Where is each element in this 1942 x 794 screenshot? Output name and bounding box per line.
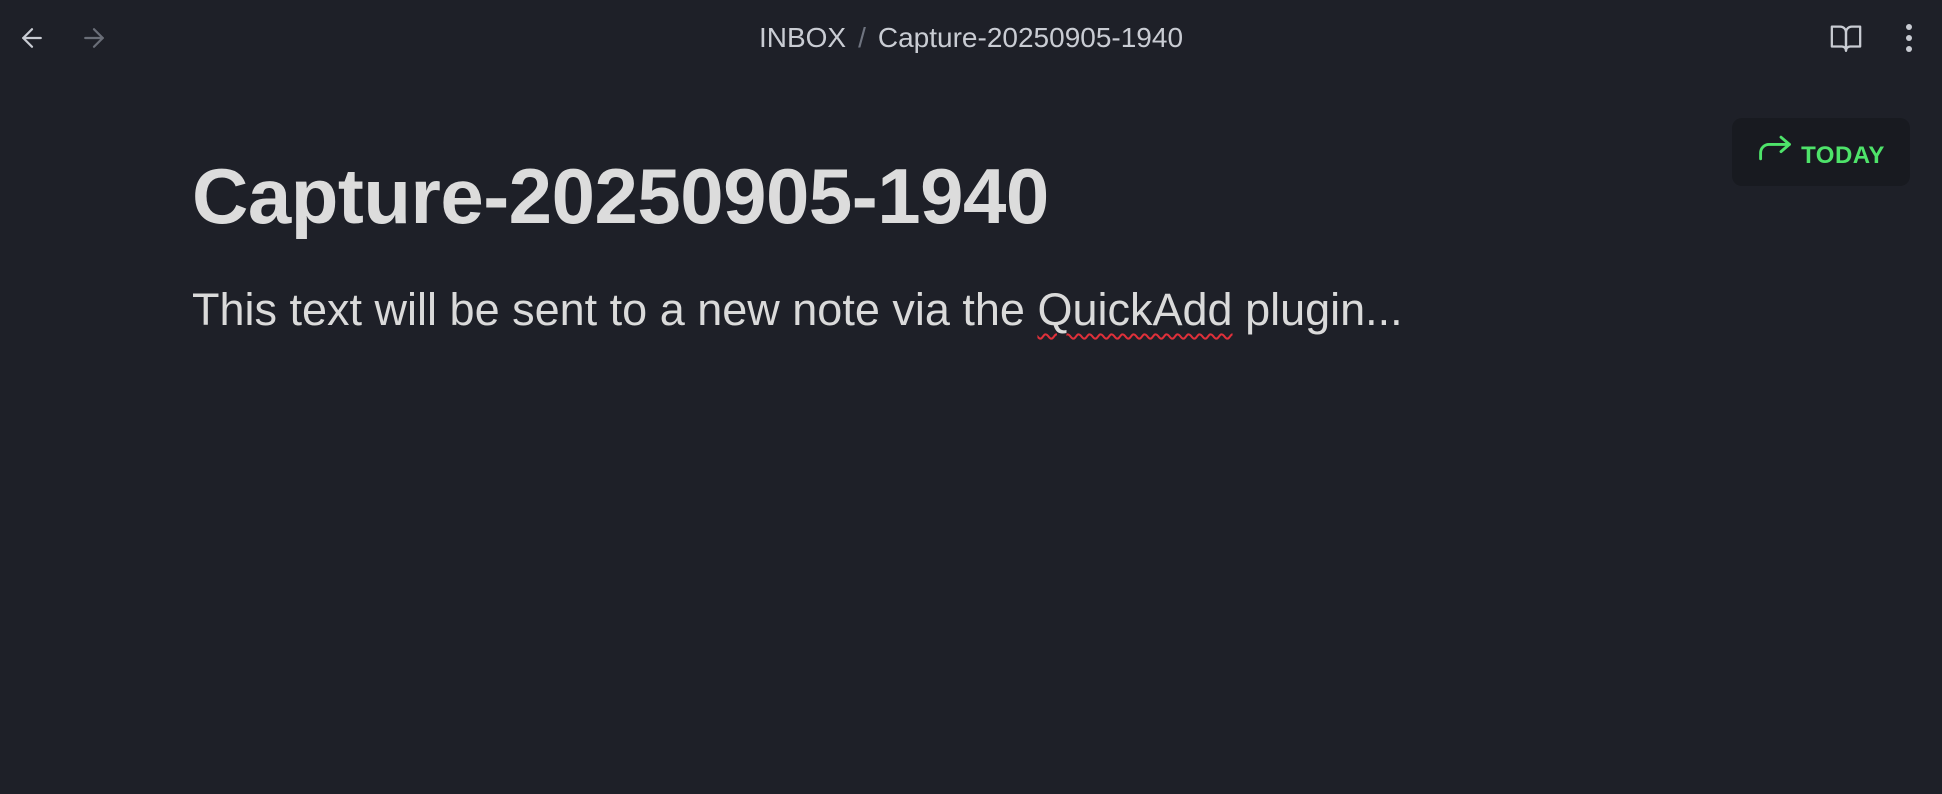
today-button-label: TODAY [1801, 142, 1885, 169]
note-title[interactable]: Capture-20250905-1940 [192, 148, 1049, 244]
note-body-text-end: plugin... [1232, 284, 1403, 335]
note-body[interactable]: This text will be sent to a new note via… [192, 280, 1403, 340]
more-vertical-icon [1906, 24, 1912, 52]
book-open-icon [1830, 25, 1862, 52]
breadcrumb-file[interactable]: Capture-20250905-1940 [878, 22, 1183, 53]
breadcrumb: INBOX / Capture-20250905-1940 [0, 20, 1942, 56]
breadcrumb-folder[interactable]: INBOX [759, 22, 846, 53]
redo-arrow-icon [1759, 135, 1791, 161]
misspelled-word[interactable]: QuickAdd [1037, 284, 1232, 335]
breadcrumb-separator: / [858, 22, 866, 53]
reading-view-button[interactable] [1826, 18, 1866, 58]
more-options-button[interactable] [1892, 18, 1926, 58]
note-window: INBOX / Capture-20250905-1940 TODAY Captur… [0, 0, 1942, 794]
today-button[interactable]: TODAY [1732, 118, 1910, 186]
note-body-text: This text will be sent to a new note via… [192, 284, 1038, 335]
view-header: INBOX / Capture-20250905-1940 [0, 0, 1942, 76]
